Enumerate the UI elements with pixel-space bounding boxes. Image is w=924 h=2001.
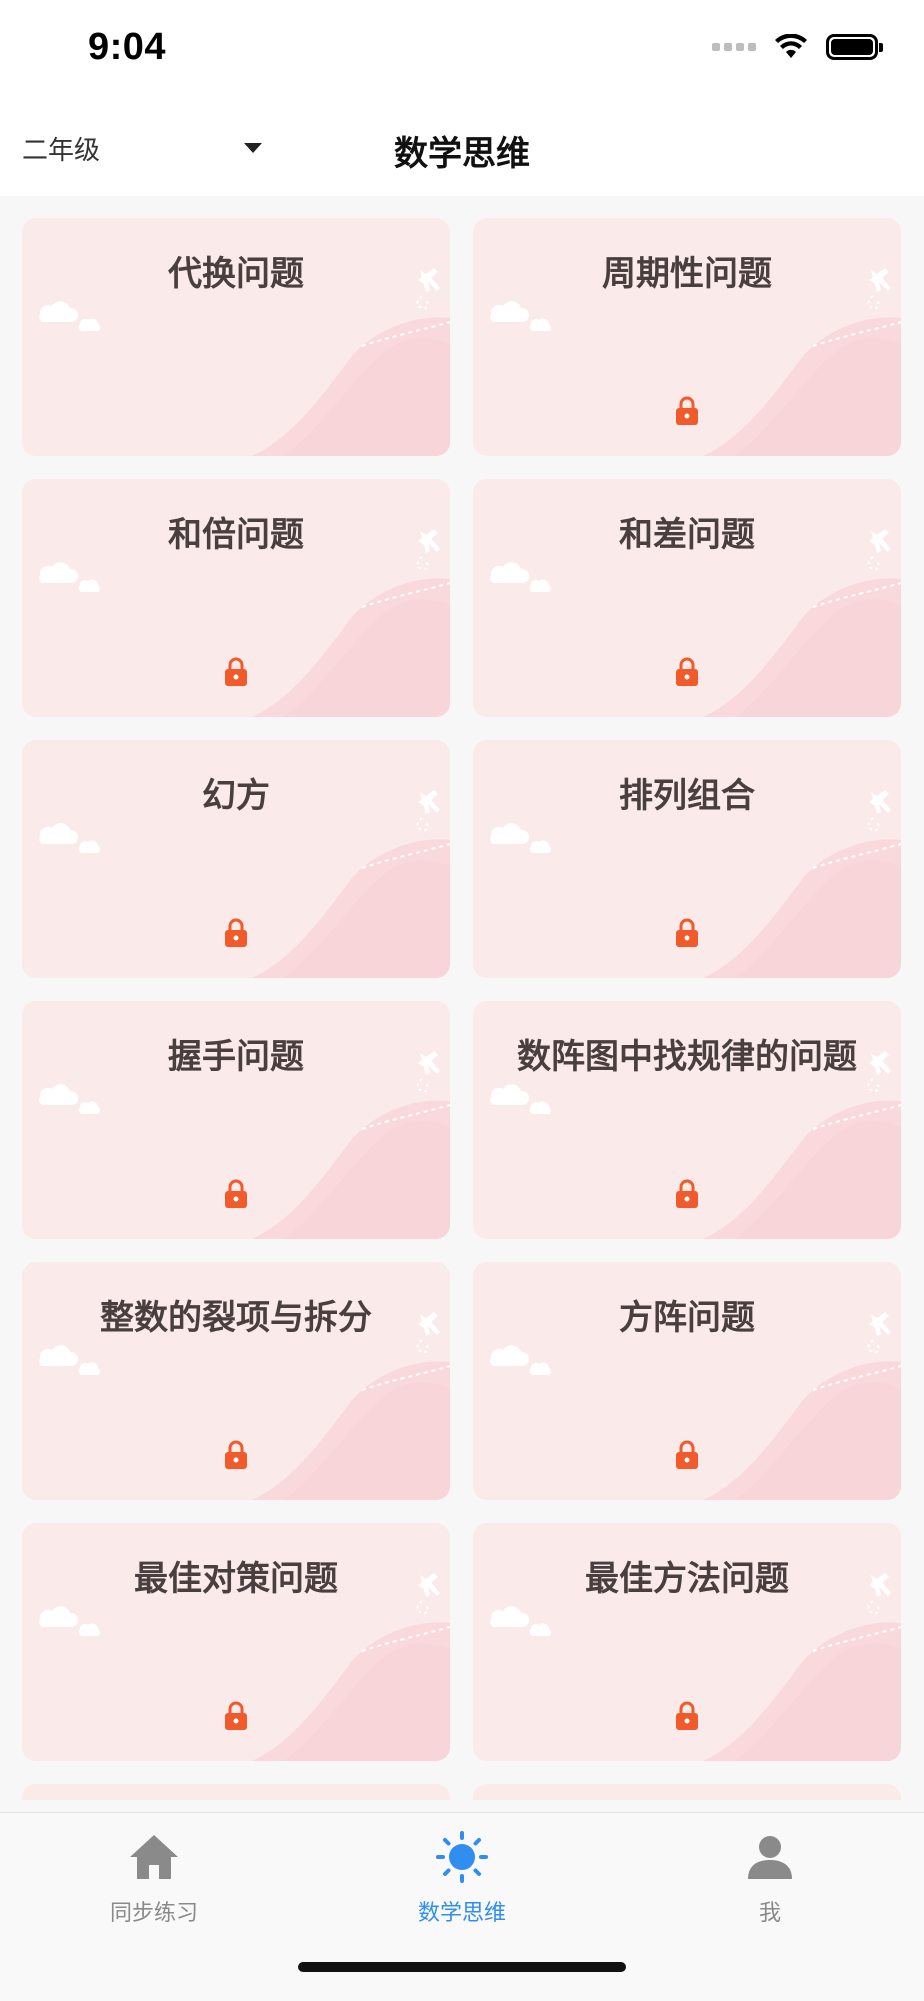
tab-label: 数学思维 <box>417 1901 506 1926</box>
topic-card[interactable]: 周期性问题 <box>473 218 901 456</box>
topic-card[interactable]: 排列组合 <box>473 740 901 978</box>
tab-me[interactable]: 我 <box>616 1813 924 1933</box>
status-time: 9:04 <box>88 26 167 68</box>
topic-card[interactable]: 数阵图中找规律的问题 <box>473 1001 901 1239</box>
person-icon <box>748 1836 792 1879</box>
tab-label: 我 <box>758 1901 781 1926</box>
topic-title: 整数的裂项与拆分 <box>100 1298 372 1338</box>
status-bar: 9:04 <box>0 0 924 100</box>
tab-bar: 同步练习 数学思维 我 <box>0 1812 924 2001</box>
lock-icon <box>225 1701 247 1730</box>
topic-title: 数阵图中找规律的问题 <box>517 1037 857 1077</box>
topic-card-partial <box>473 1784 901 1800</box>
home-indicator <box>298 1962 626 1972</box>
topic-title: 代换问题 <box>168 254 304 294</box>
page-title: 数学思维 <box>394 134 530 174</box>
topic-title: 幻方 <box>202 776 270 816</box>
topic-card[interactable]: 和倍问题 <box>22 479 450 717</box>
lock-icon <box>676 1179 698 1208</box>
nav-bar: 二年级 数学思维 <box>0 100 924 196</box>
topic-title: 周期性问题 <box>602 254 772 294</box>
battery-icon <box>826 34 883 60</box>
topic-card[interactable]: 方阵问题 <box>473 1262 901 1500</box>
lock-icon <box>676 1701 698 1730</box>
lock-icon <box>225 657 247 686</box>
topic-title: 最佳方法问题 <box>585 1559 789 1599</box>
lock-icon <box>225 1440 247 1469</box>
topic-title: 方阵问题 <box>619 1298 755 1338</box>
topic-card[interactable]: 整数的裂项与拆分 <box>22 1262 450 1500</box>
lock-icon <box>676 918 698 947</box>
cellular-signal-icon <box>712 43 756 51</box>
topic-card[interactable]: 最佳对策问题 <box>22 1523 450 1761</box>
topic-card-partial <box>22 1784 450 1800</box>
topic-title: 最佳对策问题 <box>134 1559 338 1599</box>
wifi-icon <box>775 34 807 58</box>
topic-title: 和倍问题 <box>168 515 304 555</box>
lock-icon <box>676 396 698 425</box>
topic-card[interactable]: 和差问题 <box>473 479 901 717</box>
lock-icon <box>225 1179 247 1208</box>
lock-icon <box>225 918 247 947</box>
topic-card[interactable]: 握手问题 <box>22 1001 450 1239</box>
topic-card[interactable]: 最佳方法问题 <box>473 1523 901 1761</box>
home-icon <box>130 1835 178 1879</box>
tab-label: 同步练习 <box>109 1901 198 1926</box>
lock-icon <box>676 657 698 686</box>
tab-sync-practice[interactable]: 同步练习 <box>0 1813 308 1933</box>
topic-title: 握手问题 <box>168 1037 304 1077</box>
topic-title: 和差问题 <box>619 515 755 555</box>
tab-math-thinking[interactable]: 数学思维 <box>308 1813 616 1933</box>
topic-card[interactable]: 代换问题 <box>22 218 450 456</box>
topic-title: 排列组合 <box>619 776 755 816</box>
sun-icon <box>436 1831 488 1883</box>
lock-icon <box>676 1440 698 1469</box>
status-indicators <box>712 34 883 60</box>
topic-card[interactable]: 幻方 <box>22 740 450 978</box>
